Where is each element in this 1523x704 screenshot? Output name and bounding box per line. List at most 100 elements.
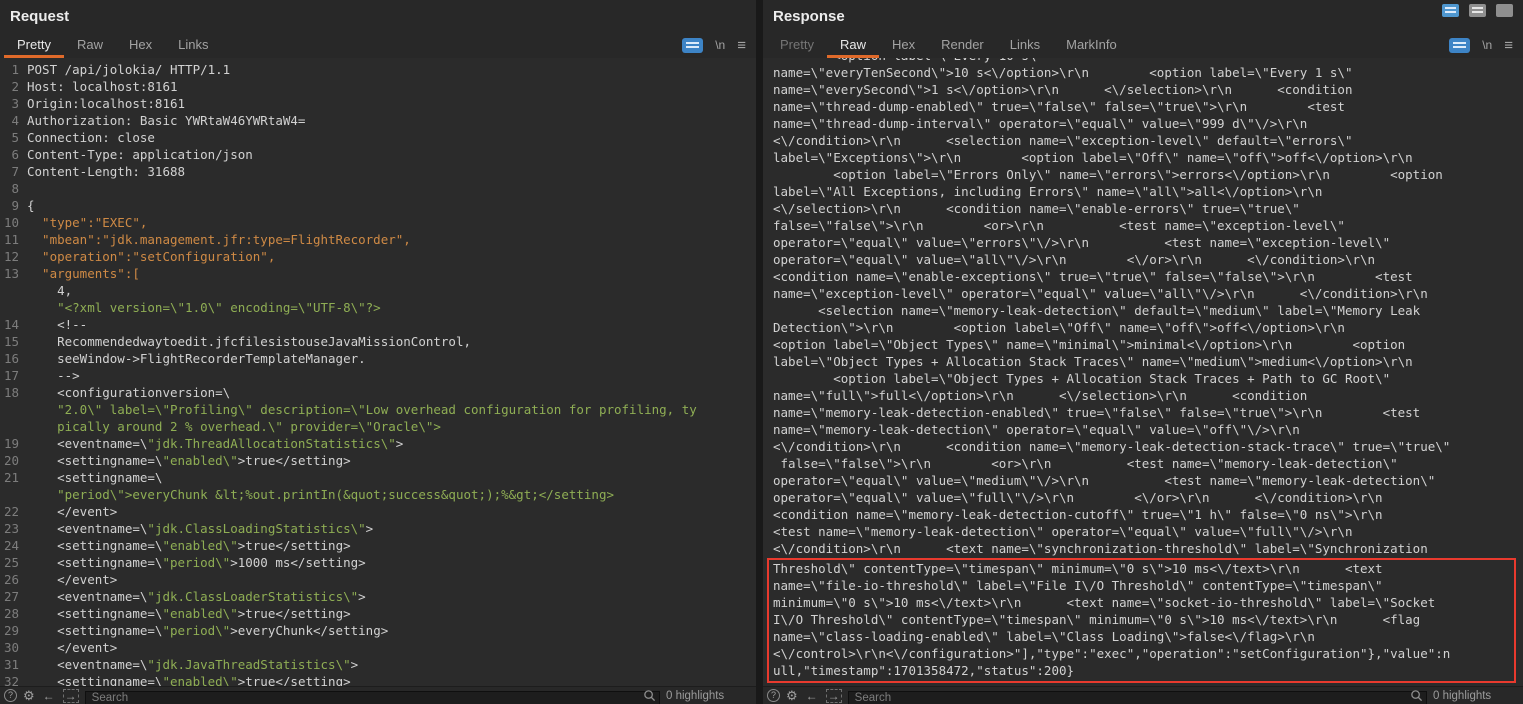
tab-render[interactable]: Render [928, 32, 997, 58]
tab-pretty[interactable]: Pretty [767, 32, 827, 58]
show-newlines-icon[interactable]: \n [1482, 39, 1492, 51]
request-code-line: 4, [0, 282, 756, 299]
request-code-line: 25 <settingname=\"period\">1000 ms</sett… [0, 554, 756, 571]
request-code-line: 7Content-Length: 31688 [0, 163, 756, 180]
response-code-line: <option label=\"Object Types\" name=\"mi… [773, 336, 1519, 353]
response-code-line: <\/condition>\r\n <condition name=\"memo… [773, 438, 1519, 455]
search-help-icon[interactable]: ? [4, 689, 17, 702]
show-newlines-icon[interactable]: \n [715, 39, 725, 51]
tab-raw[interactable]: Raw [827, 32, 879, 58]
response-code-line: name=\"everySecond\">1 s<\/option>\r\n <… [773, 81, 1519, 98]
request-tabs: PrettyRawHexLinks [4, 32, 221, 58]
response-code-line: label=\"Object Types + Allocation Stack … [773, 353, 1519, 370]
editor-menu-icon[interactable]: ≡ [1504, 38, 1513, 53]
request-code-line: 22 </event> [0, 503, 756, 520]
tab-raw[interactable]: Raw [64, 32, 116, 58]
pretty-print-toggle-icon[interactable] [1449, 38, 1470, 53]
request-code-line: 15 Recommendedwaytoedit.jfcfilesistouseJ… [0, 333, 756, 350]
line-number [0, 282, 27, 299]
response-code-line: Threshold\" contentType=\"timespan\" min… [773, 560, 1514, 577]
request-code-line: pically around 2 % overhead.\" provider=… [0, 418, 756, 435]
request-code-line: 28 <settingname=\"enabled\">true</settin… [0, 605, 756, 622]
response-code-line: name=\"file-io-threshold\" label=\"File … [773, 577, 1514, 594]
search-settings-icon[interactable]: ⚙ [23, 689, 35, 702]
tab-links[interactable]: Links [165, 32, 221, 58]
request-code-line: "period\">everyChunk &lt;%out.printIn(&q… [0, 486, 756, 503]
response-editor[interactable]: <option label=\"Every 10 s\"name=\"every… [763, 58, 1523, 686]
line-number: 10 [0, 214, 27, 231]
layout-maximized-button[interactable] [1496, 4, 1513, 17]
line-number: 2 [0, 78, 27, 95]
search-next-icon[interactable]: → [63, 689, 79, 703]
response-code-line: ull,"timestamp":1701358472,"status":200} [773, 662, 1514, 679]
request-code-line: 9{ [0, 197, 756, 214]
request-header: Request [0, 0, 756, 32]
response-code-line: <\/condition>\r\n <selection name=\"exce… [773, 132, 1519, 149]
request-code-line: 24 <settingname=\"enabled\">true</settin… [0, 537, 756, 554]
request-tabbar: PrettyRawHexLinks \n ≡ [0, 32, 756, 58]
response-code-line: false=\"false\">\r\n <or>\r\n <test name… [773, 455, 1519, 472]
line-number: 29 [0, 622, 27, 639]
line-number: 30 [0, 639, 27, 656]
line-number: 5 [0, 129, 27, 146]
tab-links[interactable]: Links [997, 32, 1053, 58]
request-code: 1POST /api/jolokia/ HTTP/1.12Host: local… [0, 61, 756, 686]
response-search-input[interactable] [848, 691, 1427, 704]
line-number [0, 299, 27, 316]
request-code-line: 12 "operation":"setConfiguration", [0, 248, 756, 265]
pretty-print-toggle-icon[interactable] [682, 38, 703, 53]
search-settings-icon[interactable]: ⚙ [786, 689, 798, 702]
search-icon[interactable] [643, 689, 656, 702]
response-code-line: <\/condition>\r\n <text name=\"synchroni… [773, 540, 1519, 557]
request-code-line: 31 <eventname=\"jdk.JavaThreadStatistics… [0, 656, 756, 673]
request-code-line: 19 <eventname=\"jdk.ThreadAllocationStat… [0, 435, 756, 452]
line-number: 19 [0, 435, 27, 452]
line-number [0, 486, 27, 503]
line-number: 9 [0, 197, 27, 214]
request-code-line: 29 <settingname=\"period\">everyChunk</s… [0, 622, 756, 639]
line-number: 20 [0, 452, 27, 469]
request-code-line: 18 <configurationversion=\ [0, 384, 756, 401]
request-editor[interactable]: 1POST /api/jolokia/ HTTP/1.12Host: local… [0, 58, 756, 686]
request-search-input[interactable] [85, 691, 660, 704]
tab-pretty[interactable]: Pretty [4, 32, 64, 58]
line-number: 17 [0, 367, 27, 384]
response-code-line: <test name=\"memory-leak-detection\" ope… [773, 523, 1519, 540]
response-code-line: operator=\"equal\" value=\"all\"\/>\r\n … [773, 251, 1519, 268]
line-number: 22 [0, 503, 27, 520]
layout-stacked-button[interactable] [1442, 4, 1459, 17]
response-code-line: name=\"memory-leak-detection-enabled\" t… [773, 404, 1519, 421]
layout-controls [1442, 4, 1513, 17]
request-editor-tools: \n ≡ [682, 32, 748, 58]
response-tabbar: PrettyRawHexRenderLinksMarkInfo \n ≡ [763, 32, 1523, 58]
editor-menu-icon[interactable]: ≡ [737, 38, 746, 53]
search-next-icon[interactable]: → [826, 689, 842, 703]
search-help-icon[interactable]: ? [767, 689, 780, 702]
response-code-line: operator=\"equal\" value=\"medium\"\/>\r… [773, 472, 1519, 489]
request-code-line: 16 seeWindow->FlightRecorderTemplateMana… [0, 350, 756, 367]
search-icon[interactable] [1410, 689, 1423, 702]
layout-rows-button[interactable] [1469, 4, 1486, 17]
tab-hex[interactable]: Hex [116, 32, 165, 58]
response-code-line: name=\"everyTenSecond\">10 s<\/option>\r… [773, 64, 1519, 81]
response-highlights-count: 0 highlights [1433, 690, 1515, 702]
response-code-line: Detection\">\r\n <option label=\"Off\" n… [773, 319, 1519, 336]
response-editor-tools: \n ≡ [1449, 32, 1515, 58]
line-number: 18 [0, 384, 27, 401]
line-number: 23 [0, 520, 27, 537]
search-prev-icon[interactable]: ← [41, 690, 57, 702]
tab-hex[interactable]: Hex [879, 32, 928, 58]
line-number: 4 [0, 112, 27, 129]
search-prev-icon[interactable]: ← [804, 690, 820, 702]
response-code: <option label=\"Every 10 s\"name=\"every… [773, 58, 1519, 557]
tab-markinfo[interactable]: MarkInfo [1053, 32, 1130, 58]
line-number [0, 401, 27, 418]
request-code-line: 30 </event> [0, 639, 756, 656]
request-code-line: 21 <settingname=\ [0, 469, 756, 486]
line-number: 24 [0, 537, 27, 554]
request-code-line: 20 <settingname=\"enabled\">true</settin… [0, 452, 756, 469]
request-code-line: 5Connection: close [0, 129, 756, 146]
panel-splitter[interactable] [756, 0, 763, 704]
response-header: Response [763, 0, 1523, 32]
request-code-line: 14 <!-- [0, 316, 756, 333]
